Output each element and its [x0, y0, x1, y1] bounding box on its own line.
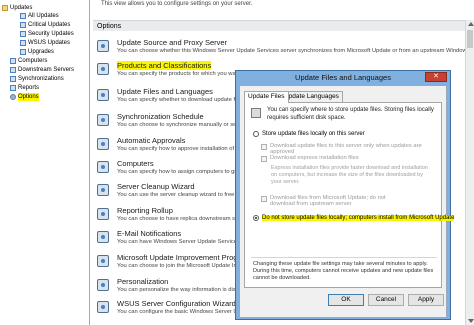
option-icon: [97, 184, 109, 196]
sync-icon: [10, 76, 16, 82]
option-icon: [97, 40, 109, 52]
option-icon: [97, 279, 109, 291]
tab-panel: You can specify where to store update fi…: [244, 102, 455, 288]
view-description: This view allows you to configure settin…: [101, 1, 253, 7]
tree-item-downstream-servers[interactable]: Downstream Servers: [10, 66, 74, 74]
tree-item-updates[interactable]: Updates: [2, 4, 32, 12]
radio-do-not-store[interactable]: Do not store update files locally; compu…: [253, 215, 455, 221]
option-update-source[interactable]: Update Source and Proxy Server You can ch…: [97, 38, 474, 58]
tree-item-upgrades[interactable]: Upgrades: [20, 48, 54, 56]
option-icon: [97, 161, 109, 173]
radio-store-locally[interactable]: Store update files locally on this serve…: [253, 131, 365, 137]
tree-item-synchronizations[interactable]: Synchronizations: [10, 75, 64, 83]
storage-icon: [251, 108, 261, 118]
option-icon: [97, 255, 109, 267]
tree-item-wsus-updates[interactable]: WSUS Updates: [20, 39, 70, 47]
option-icon: [97, 208, 109, 220]
option-icon: [97, 89, 109, 101]
updates-icon: [20, 31, 26, 37]
tree-item-all-updates[interactable]: All Updates: [20, 12, 59, 20]
settings-note: Changing these update file settings may …: [253, 261, 434, 281]
tab-update-languages[interactable]: Update Languages: [280, 91, 343, 102]
scroll-up-icon[interactable]: [468, 22, 474, 26]
tree-item-computers[interactable]: Computers: [10, 57, 47, 65]
folder-icon: [2, 5, 8, 11]
update-files-languages-dialog: Update Files and Languages ✕ Update File…: [235, 70, 455, 320]
updates-icon: [20, 49, 26, 55]
checkbox-express-files[interactable]: Download express installation files: [261, 155, 437, 162]
cancel-button[interactable]: Cancel: [368, 294, 404, 306]
option-icon: [97, 138, 109, 150]
intro-text: You can specify where to store update fi…: [267, 107, 434, 121]
dialog-body: Update Files Update Languages You can sp…: [239, 85, 455, 318]
checkbox-download-from-mu[interactable]: Download files from Microsoft Update; do…: [261, 195, 411, 207]
radio-circle[interactable]: [253, 131, 259, 137]
radio-circle-selected[interactable]: [253, 215, 259, 221]
tree-item-critical-updates[interactable]: Critical Updates: [20, 21, 70, 29]
checkbox-box[interactable]: [261, 196, 267, 202]
scroll-thumb[interactable]: [467, 30, 473, 48]
dialog-titlebar[interactable]: Update Files and Languages ✕: [236, 71, 450, 84]
separator: [251, 257, 437, 258]
server-icon: [10, 67, 16, 73]
reports-icon: [10, 85, 16, 91]
close-button[interactable]: ✕: [425, 72, 447, 82]
express-description: Express installation files provide faste…: [271, 165, 428, 185]
option-icon: [97, 114, 109, 126]
apply-button[interactable]: Apply: [408, 294, 444, 306]
updates-icon: [20, 13, 26, 19]
tree-item-security-updates[interactable]: Security Updates: [20, 30, 74, 38]
navigation-tree: Updates All Updates Critical Updates Sec…: [0, 0, 90, 325]
checkbox-box[interactable]: [261, 156, 267, 162]
checkbox-download-approved[interactable]: Download update files to this server onl…: [261, 143, 437, 155]
updates-icon: [20, 22, 26, 28]
updates-icon: [20, 40, 26, 46]
vertical-scrollbar[interactable]: [465, 20, 474, 325]
scroll-down-icon[interactable]: [468, 319, 474, 323]
options-header: Options: [93, 20, 465, 31]
dialog-title: Update Files and Languages: [295, 73, 391, 82]
tree-item-options[interactable]: Options: [10, 93, 39, 101]
computers-icon: [10, 58, 16, 64]
tab-update-files[interactable]: Update Files: [244, 91, 289, 103]
options-icon: [10, 94, 16, 100]
tree-item-reports[interactable]: Reports: [10, 84, 39, 92]
option-icon: [97, 231, 109, 243]
ok-button[interactable]: OK: [328, 294, 364, 306]
option-icon: [97, 301, 109, 313]
option-icon: [97, 63, 109, 75]
checkbox-box[interactable]: [261, 144, 267, 150]
